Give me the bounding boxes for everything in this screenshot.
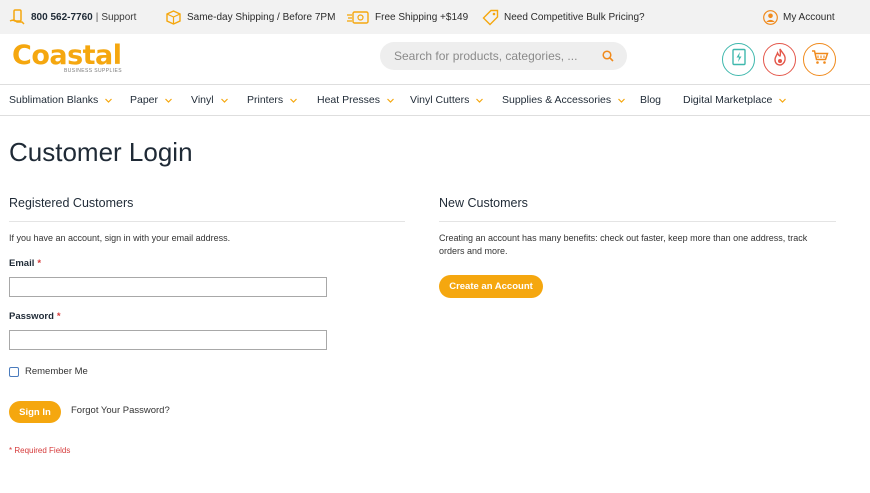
new-customers-divider bbox=[439, 221, 836, 222]
cart-button[interactable] bbox=[803, 43, 836, 76]
nav-item-supplies-accessories[interactable]: Supplies & Accessories bbox=[502, 85, 626, 115]
topbar-same-day-shipping: Same-day Shipping / Before 7PM bbox=[165, 0, 335, 34]
bolt-document-icon bbox=[731, 48, 747, 71]
required-fields-note: * Required Fields bbox=[9, 446, 71, 455]
chevron-down-icon bbox=[105, 98, 113, 103]
search-icon[interactable] bbox=[601, 49, 615, 63]
remember-me: Remember Me bbox=[9, 366, 88, 377]
new-customers-benefits-text: Creating an account has many benefits: c… bbox=[439, 233, 808, 256]
chevron-down-icon bbox=[779, 98, 787, 103]
create-account-button[interactable]: Create an Account bbox=[439, 275, 543, 298]
nav-label: Supplies & Accessories bbox=[502, 94, 612, 106]
remember-me-label[interactable]: Remember Me bbox=[25, 366, 88, 377]
phone-hand-icon bbox=[9, 8, 26, 26]
chevron-down-icon bbox=[290, 98, 298, 103]
nav-label: Sublimation Blanks bbox=[9, 94, 99, 106]
new-customers-title: New Customers bbox=[439, 196, 528, 210]
topbar-bulk-pricing[interactable]: Need Competitive Bulk Pricing? bbox=[482, 0, 645, 34]
nav-item-printers[interactable]: Printers bbox=[247, 85, 298, 115]
nav-item-vinyl[interactable]: Vinyl bbox=[191, 85, 229, 115]
free-shipping-text: Free Shipping +$149 bbox=[375, 11, 469, 23]
nav-label: Paper bbox=[130, 94, 159, 106]
coastal-logo[interactable]: Coastal BUSINESS SUPPLIES bbox=[12, 42, 122, 76]
nav-item-blog[interactable]: Blog bbox=[640, 85, 661, 115]
sign-in-button[interactable]: Sign In bbox=[9, 401, 61, 423]
quick-order-button[interactable] bbox=[722, 43, 755, 76]
search-bar bbox=[380, 42, 627, 70]
password-field[interactable] bbox=[9, 330, 327, 350]
main-navigation: Sublimation Blanks Paper Vinyl Printers … bbox=[0, 84, 870, 116]
chevron-down-icon bbox=[165, 98, 172, 103]
hot-deals-button[interactable] bbox=[763, 43, 796, 76]
chevron-down-icon bbox=[618, 98, 626, 103]
nav-item-sublimation-blanks[interactable]: Sublimation Blanks bbox=[9, 85, 113, 115]
required-asterisk: * bbox=[37, 258, 42, 269]
page-title: Customer Login bbox=[9, 137, 193, 167]
same-day-shipping-text: Same-day Shipping / Before 7PM bbox=[187, 11, 336, 23]
password-label-text: Password bbox=[9, 311, 54, 322]
my-account-link[interactable]: My Account bbox=[763, 0, 835, 34]
price-tag-icon bbox=[482, 9, 499, 26]
chevron-down-icon bbox=[220, 98, 228, 103]
fast-cash-icon bbox=[346, 9, 370, 26]
required-asterisk: * bbox=[56, 311, 61, 322]
box-icon bbox=[165, 9, 182, 26]
site-header: Coastal BUSINESS SUPPLIES bbox=[0, 34, 870, 84]
nav-label: Digital Marketplace bbox=[683, 94, 773, 106]
remember-me-checkbox[interactable] bbox=[9, 366, 19, 377]
search-input[interactable] bbox=[394, 49, 589, 63]
nav-label: Blog bbox=[640, 94, 662, 106]
nav-label: Vinyl bbox=[191, 94, 214, 106]
nav-label: Printers bbox=[247, 94, 284, 106]
nav-item-paper[interactable]: Paper bbox=[130, 85, 173, 115]
topbar-separator: | bbox=[95, 11, 99, 23]
email-label-text: Email bbox=[9, 258, 35, 269]
topbar-free-shipping: Free Shipping +$149 bbox=[346, 0, 468, 34]
my-account-label: My Account bbox=[783, 11, 835, 23]
password-label: Password * bbox=[9, 311, 61, 322]
email-field[interactable] bbox=[9, 277, 327, 297]
registered-intro-text: If you have an account, sign in with you… bbox=[9, 233, 231, 243]
forgot-password-link[interactable]: Forgot Your Password? bbox=[71, 405, 170, 416]
email-label: Email * bbox=[9, 258, 41, 269]
nav-label: Heat Presses bbox=[317, 94, 381, 106]
chevron-down-icon bbox=[476, 98, 484, 103]
cart-icon bbox=[811, 49, 829, 70]
nav-item-vinyl-cutters[interactable]: Vinyl Cutters bbox=[410, 85, 484, 115]
bulk-pricing-link[interactable]: Need Competitive Bulk Pricing? bbox=[504, 12, 645, 23]
top-bar: 800 562-7760 | Support Same-day Shipping… bbox=[0, 0, 870, 34]
logo-wordmark: Coastal bbox=[12, 40, 122, 71]
chevron-down-icon bbox=[387, 98, 394, 103]
topbar-phone: 800 562-7760 | Support bbox=[9, 0, 136, 34]
nav-item-heat-presses[interactable]: Heat Presses bbox=[317, 85, 395, 115]
nav-label: Vinyl Cutters bbox=[410, 94, 470, 106]
support-link[interactable]: Support bbox=[101, 12, 136, 23]
registered-customers-title: Registered Customers bbox=[9, 196, 134, 210]
registered-divider bbox=[9, 221, 405, 222]
user-icon bbox=[763, 9, 778, 25]
flame-icon bbox=[772, 48, 788, 71]
logo-tagline: BUSINESS SUPPLIES bbox=[64, 68, 122, 74]
phone-number-link[interactable]: 800 562-7760 bbox=[31, 12, 93, 23]
nav-item-digital-marketplace[interactable]: Digital Marketplace bbox=[683, 85, 787, 115]
